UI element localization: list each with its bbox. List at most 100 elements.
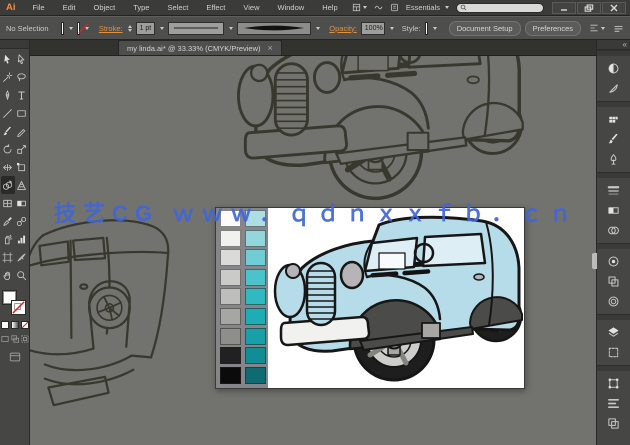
direct-selection-tool[interactable] [15, 50, 29, 68]
arrange-documents-icon[interactable] [352, 3, 367, 12]
none-button[interactable] [20, 321, 29, 329]
panel-group-label [597, 366, 630, 371]
free-transform-tool[interactable] [15, 158, 29, 176]
menu-window[interactable]: Window [269, 0, 314, 15]
menu-effect[interactable]: Effect [197, 0, 234, 15]
layers-panel-button[interactable] [603, 322, 625, 342]
symbol-sprayer-tool[interactable] [1, 230, 15, 248]
paintbrush-tool[interactable] [1, 122, 15, 140]
menu-object[interactable]: Object [85, 0, 125, 15]
toolbox-grip[interactable] [0, 40, 29, 49]
stroke-panel-button[interactable] [603, 180, 625, 200]
style-label: Style: [401, 23, 421, 33]
style-swatch[interactable] [424, 21, 428, 35]
type-tool[interactable] [15, 86, 29, 104]
gradient-panel-button[interactable] [603, 200, 625, 220]
panel-menu-icon[interactable] [613, 23, 624, 34]
zoom-tool[interactable] [15, 266, 29, 284]
lasso-tool[interactable] [15, 68, 29, 86]
opacity-value[interactable]: 100% [360, 21, 385, 35]
bridge-icon[interactable] [390, 3, 399, 12]
preferences-button[interactable]: Preferences [524, 20, 581, 36]
panel-group-label [597, 315, 630, 320]
menu-file[interactable]: File [24, 0, 54, 15]
draw-normal-icon[interactable] [0, 334, 9, 343]
artboards-panel-button[interactable] [603, 342, 625, 362]
appearance-panel-button[interactable] [603, 251, 625, 271]
column-graph-tool[interactable] [15, 230, 29, 248]
teal-swatch-column [245, 210, 266, 386]
artboard-tool[interactable] [1, 248, 15, 266]
fill-color-swatch[interactable] [60, 21, 64, 35]
drawing-mode-buttons [0, 334, 29, 343]
workspace-switcher[interactable]: Essentials [406, 3, 449, 12]
scale-tool[interactable] [15, 140, 29, 158]
image-trace-panel-button[interactable] [603, 291, 625, 311]
opacity-link[interactable]: Opacity: [329, 24, 357, 33]
restore-button[interactable] [577, 1, 601, 14]
dock-collapse-button[interactable]: « [597, 40, 630, 50]
stroke-weight-value[interactable]: 1 pt [135, 21, 156, 35]
search-input[interactable] [456, 2, 544, 13]
slice-tool[interactable] [15, 248, 29, 266]
gradient-button[interactable] [10, 321, 19, 329]
pasteboard-canvas[interactable]: 技艺CG ｗｗｗ．ｑｄｎｘｘｆｂ．ｃｎ [30, 56, 596, 445]
draw-behind-icon[interactable] [10, 334, 19, 343]
stroke-color-swatch[interactable] [76, 21, 89, 35]
dock-grip[interactable] [592, 253, 597, 269]
color-panel-button[interactable] [603, 58, 625, 78]
width-profile-dropdown[interactable] [168, 21, 225, 35]
color-button[interactable] [0, 321, 9, 329]
draw-inside-icon[interactable] [20, 334, 29, 343]
rotate-tool[interactable] [1, 140, 15, 158]
mesh-tool[interactable] [1, 194, 15, 212]
swatches-panel-button[interactable] [603, 109, 625, 129]
graphic-styles-panel-button[interactable] [603, 271, 625, 291]
stroke-weight-stepper[interactable] [127, 24, 132, 32]
menu-edit[interactable]: Edit [54, 0, 85, 15]
selection-status: No Selection [6, 23, 49, 33]
line-art-car-rear[interactable] [30, 214, 200, 422]
tab-close-icon[interactable]: × [268, 44, 273, 53]
document-tab[interactable]: my linda.ai* @ 33.33% (CMYK/Preview) × [118, 40, 282, 55]
fill-stroke-indicator[interactable] [1, 290, 28, 317]
magic-wand-tool[interactable] [1, 68, 15, 86]
line-segment-tool[interactable] [1, 104, 15, 122]
palette-swatch [245, 229, 266, 247]
eyedropper-tool[interactable] [1, 212, 15, 230]
minimize-button[interactable] [552, 1, 576, 14]
brush-definition-dropdown[interactable] [237, 21, 312, 35]
brushes-panel-button[interactable] [603, 129, 625, 149]
menu-type[interactable]: Type [124, 0, 158, 15]
transform-panel-button[interactable] [603, 373, 625, 393]
menu-view[interactable]: View [234, 0, 268, 15]
placed-image-colored-car[interactable] [215, 207, 525, 389]
transparency-panel-button[interactable] [603, 220, 625, 240]
document-setup-button[interactable]: Document Setup [448, 20, 521, 36]
width-tool[interactable] [1, 158, 15, 176]
gpu-performance-icon[interactable] [374, 3, 383, 12]
color-palette-strip [216, 208, 268, 388]
pencil-tool[interactable] [15, 122, 29, 140]
screen-mode-button[interactable] [9, 350, 21, 368]
symbols-panel-button[interactable] [603, 149, 625, 169]
palette-swatch [220, 307, 241, 325]
rectangle-tool[interactable] [15, 104, 29, 122]
close-button[interactable] [602, 1, 626, 14]
stroke-weight-link[interactable]: Stroke: [99, 24, 123, 33]
selection-tool[interactable] [1, 50, 15, 68]
pen-tool[interactable] [1, 86, 15, 104]
align-panel-button[interactable] [603, 393, 625, 413]
color-guide-panel-button[interactable] [603, 78, 625, 98]
line-art-car-top[interactable] [235, 56, 525, 202]
align-options-icon[interactable] [589, 23, 605, 33]
shape-builder-tool[interactable] [0, 176, 15, 194]
hand-tool[interactable] [1, 266, 15, 284]
blend-tool[interactable] [15, 212, 29, 230]
gradient-tool[interactable] [15, 194, 29, 212]
stroke-proxy[interactable] [10, 300, 26, 315]
menu-select[interactable]: Select [158, 0, 197, 15]
perspective-grid-tool[interactable] [15, 176, 29, 194]
menu-help[interactable]: Help [313, 0, 346, 15]
pathfinder-panel-button[interactable] [603, 413, 625, 433]
